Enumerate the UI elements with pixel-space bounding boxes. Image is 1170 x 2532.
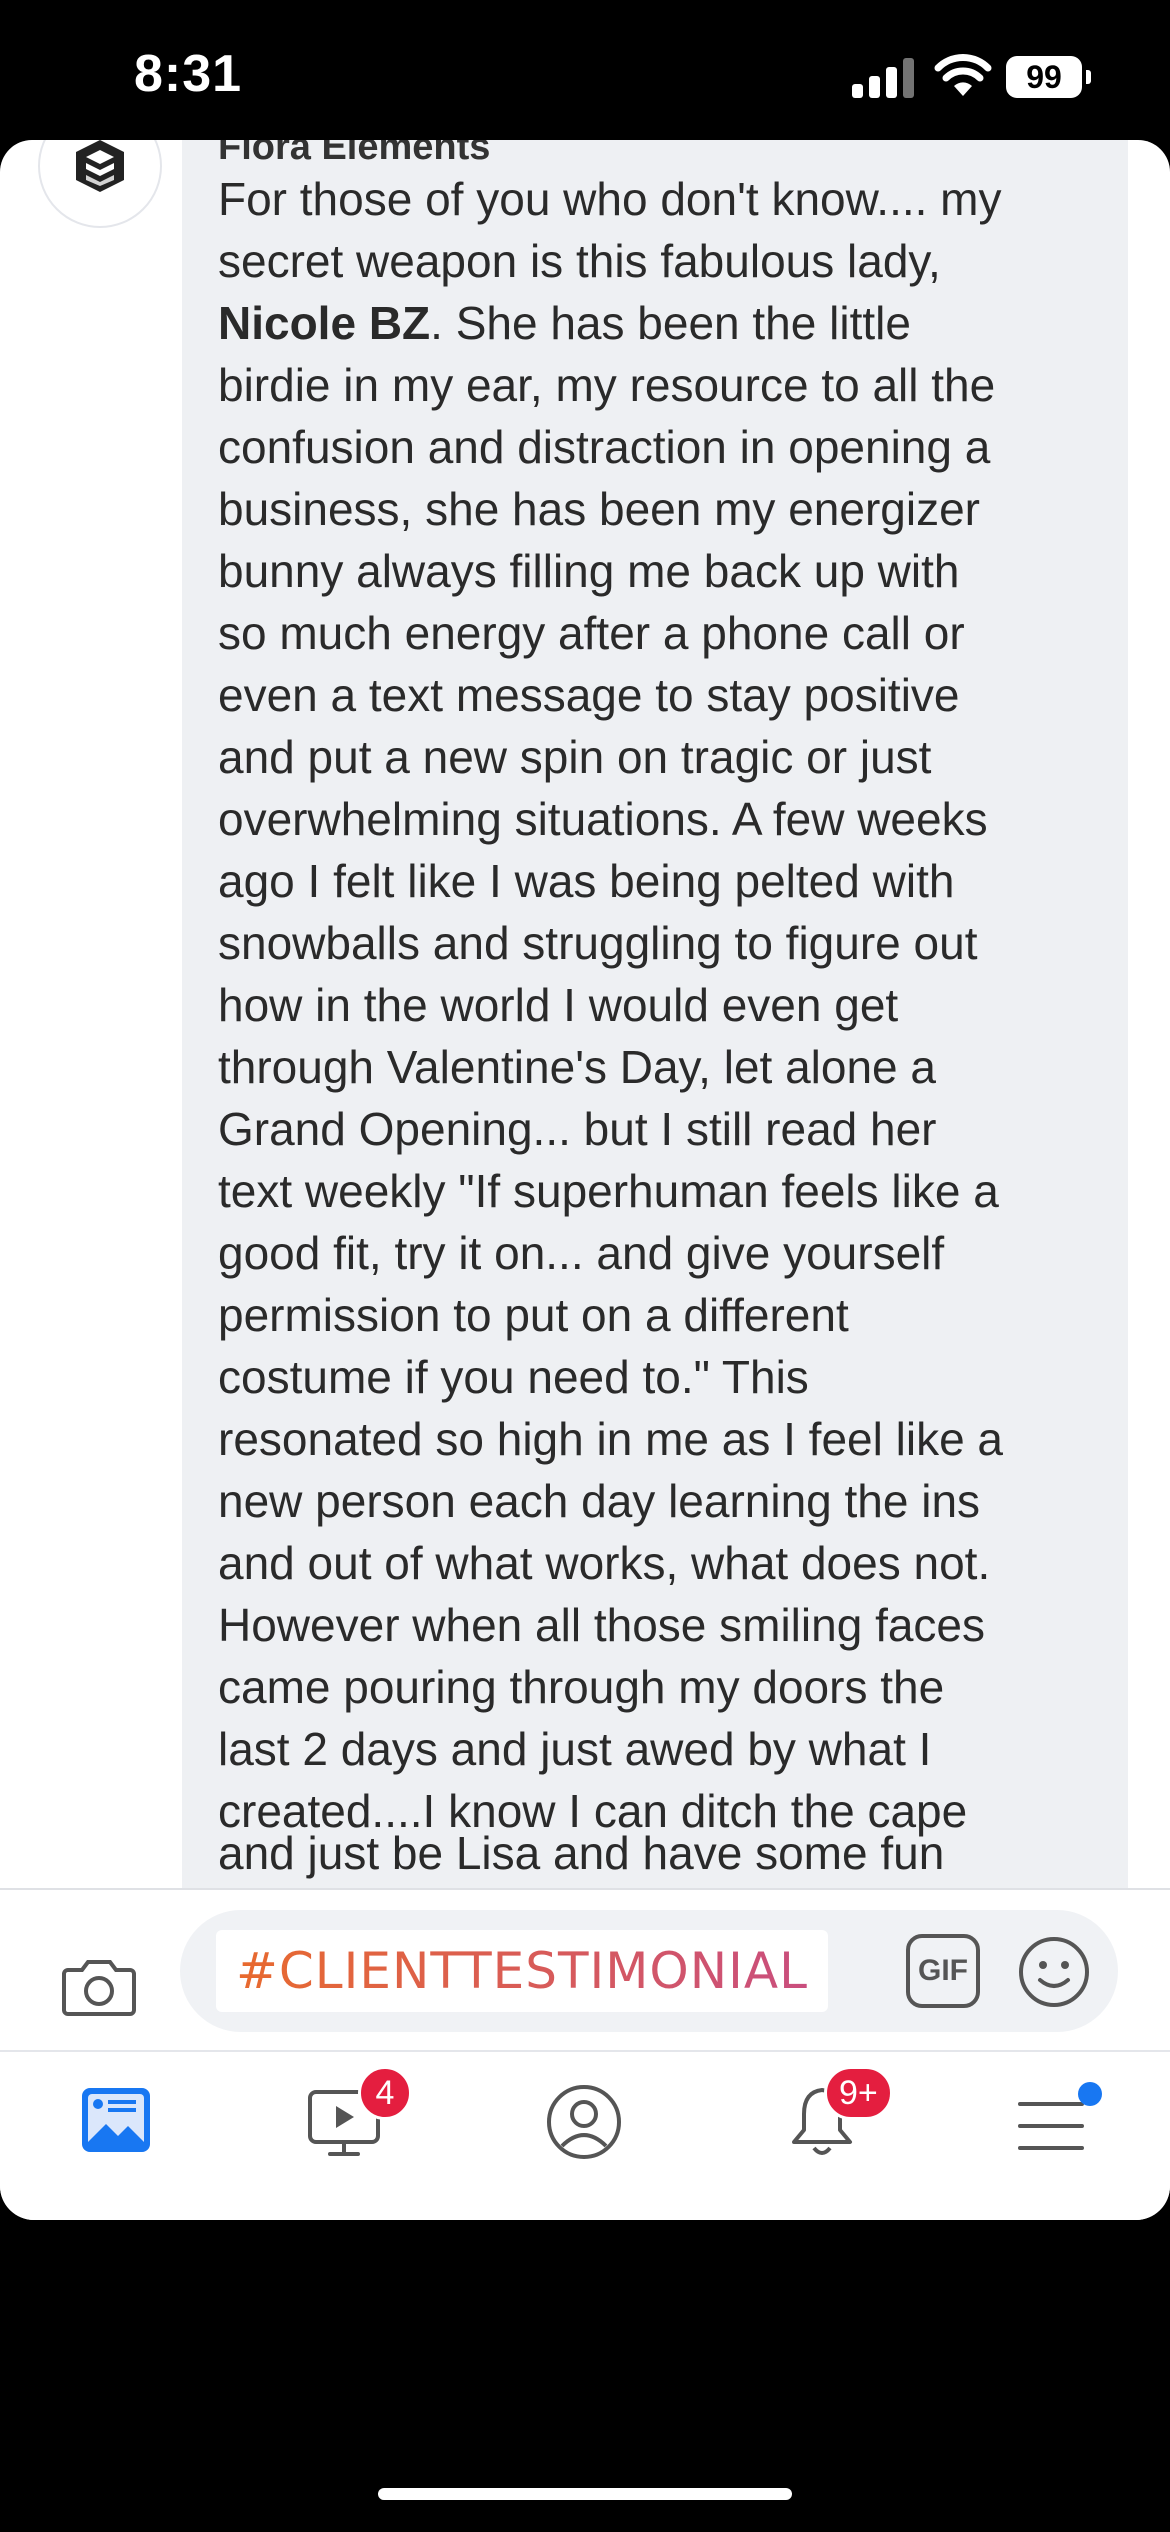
text-line: text weekly "If superhuman feels like a — [218, 1165, 999, 1217]
camera-icon[interactable] — [62, 1956, 136, 2016]
notifications-badge: 9+ — [824, 2066, 893, 2120]
text-line: snowballs and struggling to figure out — [218, 917, 978, 969]
text-line: However when all those smiling faces — [218, 1599, 986, 1651]
text-line: For those of you who don't know.... my — [218, 173, 1002, 225]
text-line: resonated so high in me as I feel like a — [218, 1413, 1004, 1465]
battery-level: 99 — [1006, 56, 1082, 98]
comment-composer: #CLIENTTESTIMONIAL GIF — [0, 1888, 1170, 2050]
emoji-icon[interactable] — [1016, 1934, 1092, 2010]
comment-author[interactable]: Flora Elements — [218, 140, 490, 169]
text-line: confusion and distraction in opening a — [218, 421, 991, 473]
text-line: so much energy after a phone call or — [218, 607, 965, 659]
comment-text: For those of you who don't know.... my s… — [218, 168, 1118, 1842]
text-line: Grand Opening... but I still read her — [218, 1103, 937, 1155]
text-line: last 2 days and just awed by what I — [218, 1723, 932, 1775]
text-line: how in the world I would even get — [218, 979, 899, 1031]
avatar[interactable] — [38, 140, 162, 228]
text-line-cutoff: and just be Lisa and have some fun — [218, 1827, 945, 1879]
text-line: good fit, try it on... and give yourself — [218, 1227, 945, 1279]
text-line: even a text message to stay positive — [218, 669, 960, 721]
bottom-tab-bar: 4 9+ — [0, 2050, 1170, 2220]
text-line: new person each day learning the ins — [218, 1475, 981, 1527]
home-indicator[interactable] — [378, 2488, 792, 2500]
status-bar: 8:31 99 — [0, 0, 1170, 140]
text-line: permission to put on a different — [218, 1289, 849, 1341]
text-line: costume if you need to." This — [218, 1351, 809, 1403]
tab-feed[interactable] — [78, 2082, 168, 2172]
feed-icon — [82, 2088, 150, 2152]
tab-notifications[interactable]: 9+ — [782, 2066, 893, 2172]
text-line: secret weapon is this fabulous lady, — [218, 235, 941, 287]
video-badge: 4 — [358, 2066, 412, 2120]
text-line: birdie in my ear, my resource to all the — [218, 359, 996, 411]
text-line: came pouring through my doors the — [218, 1661, 945, 1713]
gif-button[interactable]: GIF — [906, 1934, 980, 2008]
text-line: overwhelming situations. A few weeks — [218, 793, 988, 845]
battery-icon: 99 — [1006, 56, 1091, 98]
tab-menu[interactable] — [1016, 2082, 1106, 2172]
comment-bubble[interactable]: Flora Elements For those of you who don'… — [182, 140, 1128, 2028]
text-line: through Valentine's Day, let alone a — [218, 1041, 936, 1093]
text-line: business, she has been my energizer — [218, 483, 980, 535]
menu-dot — [1078, 2082, 1102, 2106]
hashtag-chip[interactable]: #CLIENTTESTIMONIAL — [216, 1930, 828, 2012]
comment-panel: Flora Elements For those of you who don'… — [0, 140, 1170, 2220]
tab-watch[interactable]: 4 — [306, 2066, 412, 2172]
status-time: 8:31 — [134, 45, 243, 103]
text-line: and put a new spin on tragic or just — [218, 731, 932, 783]
flora-logo-icon — [76, 140, 124, 192]
comment-input[interactable]: #CLIENTTESTIMONIAL GIF — [180, 1910, 1118, 2032]
tab-profile[interactable] — [544, 2082, 634, 2172]
signal-icon — [852, 56, 916, 98]
text-line: and out of what works, what does not. — [218, 1537, 991, 1589]
mention-link[interactable]: Nicole BZ — [218, 297, 430, 349]
text-line: ago I felt like I was being pelted with — [218, 855, 955, 907]
text-line-mention: Nicole BZ. She has been the little — [218, 297, 911, 349]
wifi-icon — [934, 52, 992, 98]
text-line: bunny always filling me back up with — [218, 545, 960, 597]
profile-icon — [547, 2085, 621, 2159]
